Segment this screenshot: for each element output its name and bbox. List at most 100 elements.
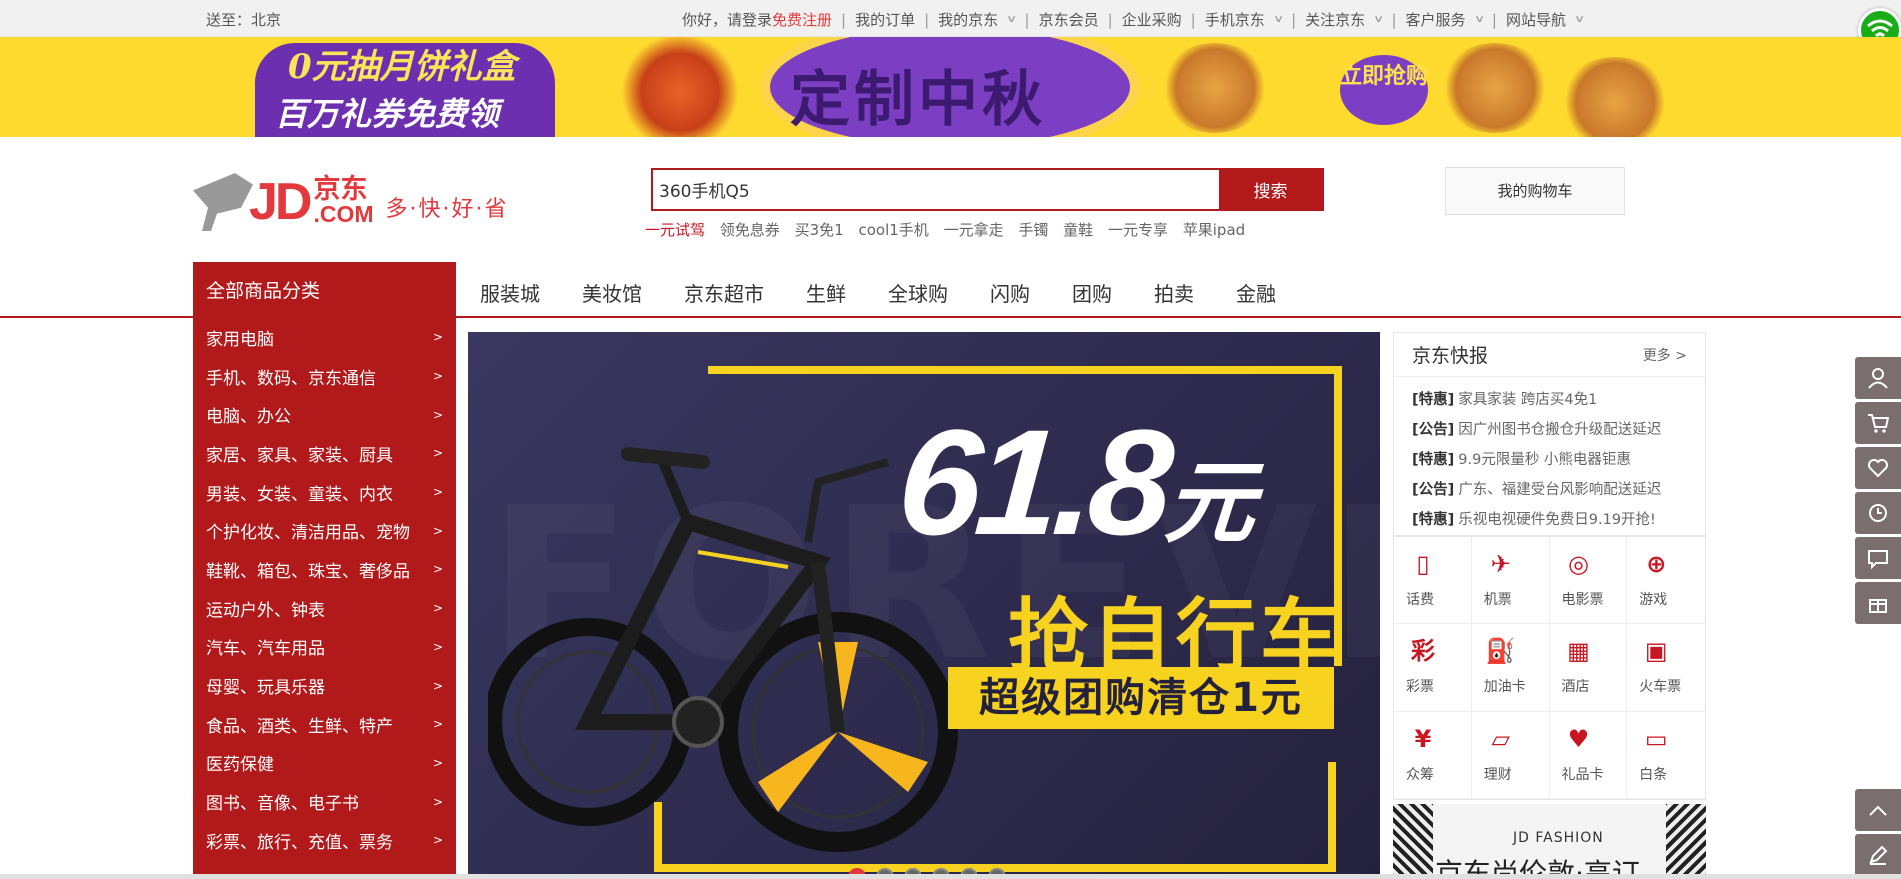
- cart-icon[interactable]: [1855, 402, 1901, 444]
- category-item[interactable]: 手机、数码、京东通信 >: [193, 357, 456, 396]
- service-movie[interactable]: ◎ 电影票: [1549, 537, 1628, 625]
- ad-pattern: [1666, 804, 1706, 879]
- category-item[interactable]: 家居、家具、家装、厨具 >: [193, 434, 456, 473]
- hot-word[interactable]: 一元专享: [1108, 221, 1168, 239]
- chevron-right-icon: >: [432, 330, 443, 345]
- chevron-down-icon: ∨: [1373, 14, 1385, 25]
- nav-item[interactable]: 全球购: [888, 278, 948, 307]
- service-hotel[interactable]: ▦ 酒店: [1549, 624, 1628, 712]
- nav-item[interactable]: 拍卖: [1154, 278, 1194, 307]
- category-item[interactable]: 男装、女装、童装、内衣 >: [193, 473, 456, 512]
- service-flight[interactable]: ✈ 机票: [1471, 537, 1550, 625]
- ship-to-location[interactable]: 送至：北京: [206, 9, 281, 30]
- news-item[interactable]: [特惠] 家具家装 跨店买4免1: [1394, 385, 1705, 415]
- message-icon[interactable]: [1855, 537, 1901, 579]
- jd-member-link[interactable]: 京东会员: [1039, 9, 1099, 30]
- news-item[interactable]: [特惠] 9.9元限量秒 小熊电器钜惠: [1394, 445, 1705, 475]
- service-crowdfund[interactable]: ¥ 众筹: [1394, 711, 1472, 799]
- hot-word[interactable]: 买3免1: [795, 221, 844, 239]
- news-more-link[interactable]: 更多 >: [1643, 345, 1687, 365]
- my-jd-menu[interactable]: 我的京东 ∨: [938, 9, 1017, 30]
- news-tag: [特惠]: [1412, 452, 1455, 468]
- news-text: 家具家装 跨店买4免1: [1458, 392, 1598, 408]
- gift-icon[interactable]: [1855, 582, 1901, 624]
- nav-item[interactable]: 美妆馆: [582, 278, 642, 307]
- history-icon[interactable]: [1855, 492, 1901, 534]
- user-icon[interactable]: [1855, 357, 1901, 399]
- divider: |: [924, 10, 930, 29]
- lottery-icon: 彩: [1411, 637, 1435, 666]
- my-orders-link[interactable]: 我的订单: [855, 9, 915, 30]
- hero-carousel[interactable]: FOREVER 61.8元 抢自行车 超级团购清仓1元: [468, 332, 1380, 879]
- all-categories-header[interactable]: 全部商品分类: [193, 262, 456, 317]
- fashion-ad[interactable]: JD FASHION 京东尚伦敦·高订: [1393, 804, 1706, 879]
- news-item[interactable]: [公告] 广东、福建受台风影响配送延迟: [1394, 475, 1705, 505]
- nav-item[interactable]: 生鲜: [806, 278, 846, 307]
- search-input[interactable]: [653, 170, 1219, 209]
- service-train[interactable]: ▣ 火车票: [1627, 624, 1705, 712]
- service-giftcard[interactable]: ♥ 礼品卡: [1549, 711, 1628, 799]
- service-baitiao[interactable]: ▭ 白条: [1627, 712, 1705, 799]
- cart-button[interactable]: 我的购物车: [1445, 167, 1625, 215]
- banner-cta-button[interactable]: 立即抢购: [1340, 55, 1428, 125]
- service-phone[interactable]: ▯ 话费: [1394, 537, 1472, 625]
- hot-word[interactable]: 苹果ipad: [1183, 221, 1245, 239]
- chevron-right-icon: >: [432, 678, 443, 693]
- login-link[interactable]: 你好，请登录: [682, 9, 772, 30]
- customer-service-label: 客户服务: [1405, 11, 1466, 29]
- nav-item[interactable]: 京东超市: [684, 278, 764, 307]
- category-item[interactable]: 母婴、玩具乐器 >: [193, 666, 456, 705]
- banner-headline: 定制中秋: [790, 65, 1046, 135]
- category-item[interactable]: 鞋靴、箱包、珠宝、奢侈品 >: [193, 550, 456, 589]
- news-tag: [特惠]: [1412, 512, 1455, 528]
- category-item[interactable]: 彩票、旅行、充值、票务 >: [193, 821, 456, 860]
- customer-service-menu[interactable]: 客户服务 ∨: [1405, 9, 1485, 30]
- promo-banner[interactable]: 0元抽月饼礼盒 百万礼券免费领 定制中秋 立即抢购: [0, 37, 1901, 137]
- register-link[interactable]: 免费注册: [772, 9, 832, 30]
- category-item[interactable]: 医药保健 >: [193, 744, 456, 783]
- category-item[interactable]: 运动户外、钟表 >: [193, 589, 456, 628]
- hot-word[interactable]: 童鞋: [1063, 221, 1093, 239]
- search-button[interactable]: 搜索: [1219, 170, 1322, 209]
- chevron-right-icon: >: [432, 446, 443, 461]
- gift-card-icon: ♥: [1567, 724, 1590, 753]
- news-item[interactable]: [特惠] 乐视电视硬件免费日9.19开抢!: [1394, 505, 1705, 535]
- scroll-top-icon[interactable]: [1855, 789, 1901, 831]
- nav-item[interactable]: 团购: [1072, 278, 1112, 307]
- follow-jd-menu[interactable]: 关注京东 ∨: [1305, 9, 1385, 30]
- bottom-scrollbar[interactable]: [0, 874, 1901, 879]
- hot-word[interactable]: 手镯: [1018, 221, 1048, 239]
- nav-item[interactable]: 服装城: [480, 278, 540, 307]
- category-item[interactable]: 电脑、办公 >: [193, 395, 456, 434]
- hot-word[interactable]: 领免息券: [720, 221, 780, 239]
- category-item[interactable]: 图书、音像、电子书 >: [193, 782, 456, 821]
- category-label: 家居、家具、家装、厨具: [206, 445, 393, 466]
- heart-icon[interactable]: [1855, 447, 1901, 489]
- site-nav-menu[interactable]: 网站导航 ∨: [1506, 9, 1585, 30]
- hero-price: 61.8元: [892, 398, 1263, 584]
- category-item[interactable]: 汽车、汽车用品 >: [193, 628, 456, 667]
- category-item[interactable]: 个护化妆、清洁用品、宠物 >: [193, 511, 456, 550]
- news-item[interactable]: [公告] 因广州图书仓搬仓升级配送延迟: [1394, 415, 1705, 445]
- category-item[interactable]: 家用电脑 >: [193, 318, 456, 357]
- nav-item[interactable]: 闪购: [990, 278, 1030, 307]
- service-label: 加油卡: [1483, 679, 1526, 696]
- jd-logo[interactable]: JD 京东 .COM 多·快·好·省: [193, 172, 509, 232]
- news-header: 京东快报 更多 >: [1394, 333, 1705, 377]
- mobile-jd-menu[interactable]: 手机京东 ∨: [1205, 9, 1284, 30]
- divider: |: [1391, 10, 1397, 29]
- fashion-brand: JD FASHION: [1513, 830, 1604, 846]
- nav-item[interactable]: 金融: [1236, 278, 1276, 307]
- hot-word[interactable]: 一元拿走: [944, 221, 1004, 239]
- category-label: 图书、音像、电子书: [206, 794, 359, 815]
- feedback-icon[interactable]: [1855, 834, 1901, 876]
- service-lottery[interactable]: 彩彩票: [1394, 624, 1472, 712]
- hot-word[interactable]: 一元试驾: [645, 221, 705, 239]
- service-fuel[interactable]: ⛽ 加油卡: [1471, 624, 1550, 712]
- enterprise-link[interactable]: 企业采购: [1122, 9, 1182, 30]
- hot-word[interactable]: cool1手机: [858, 221, 928, 239]
- category-item[interactable]: 食品、酒类、生鲜、特产 >: [193, 705, 456, 744]
- service-game[interactable]: ⊕ 游戏: [1627, 537, 1705, 625]
- logo-jd-text: JD: [249, 173, 313, 231]
- service-finance[interactable]: ▱ 理财: [1471, 711, 1550, 799]
